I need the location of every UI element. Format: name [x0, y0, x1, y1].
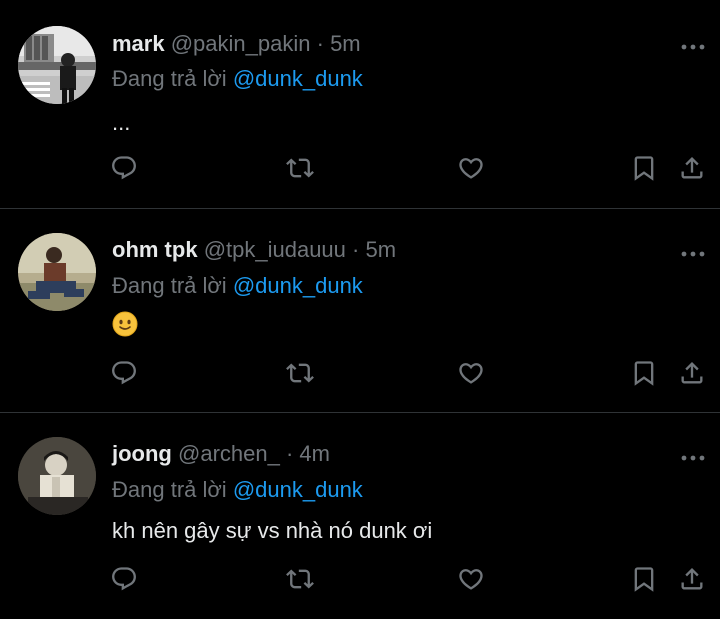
replying-to-label: Đang trả lời: [112, 477, 227, 502]
reply-icon[interactable]: [110, 154, 138, 182]
tweet-header: mark @pakin_pakin · 5m: [112, 30, 361, 58]
share-icon[interactable]: [678, 565, 706, 593]
reply-mention-link[interactable]: @dunk_dunk: [233, 66, 363, 91]
tweet-text: kh nên gây sự vs nhà nó dunk ơi: [112, 518, 433, 543]
separator-dot: ·: [285, 441, 294, 466]
like-icon[interactable]: [457, 154, 485, 182]
display-name[interactable]: ohm tpk: [112, 237, 198, 262]
reply-mention-link[interactable]: @dunk_dunk: [233, 477, 363, 502]
user-handle[interactable]: @pakin_pakin: [171, 31, 311, 56]
tweet-3[interactable]: joong @archen_ · 4m Đang trả lời @dunk_d…: [0, 413, 720, 619]
separator-dot: ·: [316, 31, 324, 56]
reply-mention-link[interactable]: @dunk_dunk: [233, 273, 363, 298]
tweet-text: ...: [112, 110, 131, 135]
more-options-icon[interactable]: [680, 39, 706, 50]
tweet-text: [112, 311, 138, 344]
bookmark-icon[interactable]: [630, 154, 658, 182]
avatar[interactable]: [18, 26, 96, 104]
bookmark-icon[interactable]: [630, 359, 658, 387]
reply-icon[interactable]: [110, 565, 138, 593]
avatar[interactable]: [18, 233, 96, 311]
replying-to: Đang trả lời @dunk_dunk: [112, 272, 363, 300]
tweet-1[interactable]: mark @pakin_pakin · 5m Đang trả lời @dun…: [0, 0, 720, 208]
share-icon[interactable]: [678, 359, 706, 387]
timestamp[interactable]: 5m: [365, 237, 396, 262]
timestamp[interactable]: 4m: [299, 441, 330, 466]
like-icon[interactable]: [457, 565, 485, 593]
replying-to: Đang trả lời @dunk_dunk: [112, 65, 363, 93]
user-handle[interactable]: @tpk_iudauuu: [204, 237, 346, 262]
timestamp[interactable]: 5m: [330, 31, 361, 56]
replying-to-label: Đang trả lời: [112, 273, 227, 298]
display-name[interactable]: joong: [112, 441, 172, 466]
display-name[interactable]: mark: [112, 31, 165, 56]
replying-to: Đang trả lời @dunk_dunk: [112, 476, 363, 504]
separator-dot: ·: [352, 237, 360, 262]
more-options-icon[interactable]: [680, 450, 706, 461]
retweet-icon[interactable]: [286, 359, 314, 387]
bookmark-icon[interactable]: [630, 565, 658, 593]
avatar[interactable]: [18, 437, 96, 515]
tweet-2[interactable]: ohm tpk @tpk_iudauuu · 5m Đang trả lời @…: [0, 209, 720, 412]
tweet-header: ohm tpk @tpk_iudauuu · 5m: [112, 236, 396, 264]
reply-icon[interactable]: [110, 359, 138, 387]
slightly-smiling-face-icon: [112, 311, 138, 337]
user-handle[interactable]: @archen_: [178, 441, 280, 466]
retweet-icon[interactable]: [286, 565, 314, 593]
more-options-icon[interactable]: [680, 246, 706, 257]
like-icon[interactable]: [457, 359, 485, 387]
tweet-header: joong @archen_ · 4m: [112, 440, 330, 468]
replying-to-label: Đang trả lời: [112, 66, 227, 91]
retweet-icon[interactable]: [286, 154, 314, 182]
share-icon[interactable]: [678, 154, 706, 182]
